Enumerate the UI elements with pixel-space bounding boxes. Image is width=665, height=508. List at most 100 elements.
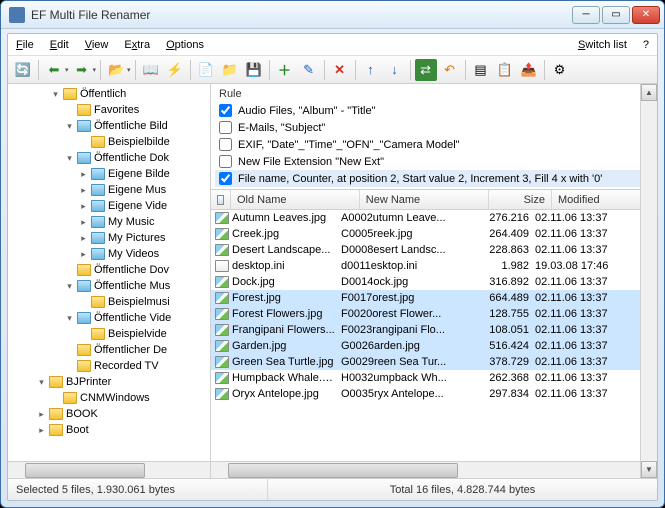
lightning-icon[interactable]: ⚡ — [164, 59, 186, 81]
tree-expander-icon[interactable]: ▾ — [64, 281, 75, 292]
rule-checkbox[interactable] — [219, 138, 232, 151]
tree-expander-icon[interactable]: ▸ — [78, 201, 89, 212]
tree-expander-icon[interactable]: ▸ — [78, 185, 89, 196]
menu-view[interactable]: View — [85, 39, 109, 51]
refresh-icon[interactable]: 🔄 — [12, 59, 34, 81]
tree-item[interactable]: ▸My Pictures — [8, 230, 210, 246]
menu-edit[interactable]: Edit — [50, 39, 69, 51]
tree-expander-icon[interactable]: ▾ — [64, 121, 75, 132]
tree-expander-icon[interactable]: ▾ — [36, 377, 47, 388]
new-file-icon[interactable]: 📄 — [195, 59, 217, 81]
tree-expander-icon[interactable] — [64, 345, 75, 356]
file-row[interactable]: Desert Landscape...D0008esert Landsc...2… — [211, 242, 657, 258]
book-icon[interactable]: 📖 — [140, 59, 162, 81]
tree-item[interactable]: Favorites — [8, 102, 210, 118]
tree-expander-icon[interactable]: ▸ — [78, 249, 89, 260]
tree-expander-icon[interactable]: ▾ — [64, 153, 75, 164]
tree-item[interactable]: ▾Öffentliche Mus — [8, 278, 210, 294]
tree-expander-icon[interactable]: ▾ — [64, 313, 75, 324]
tree-item[interactable]: Beispielmusi — [8, 294, 210, 310]
tree-expander-icon[interactable]: ▸ — [36, 409, 47, 420]
scroll-up-icon[interactable]: ▲ — [641, 84, 657, 101]
close-button[interactable]: ✕ — [632, 6, 660, 24]
tree-expander-icon[interactable] — [78, 329, 89, 340]
col-icon[interactable] — [211, 190, 231, 209]
tree-item[interactable]: Recorded TV — [8, 358, 210, 374]
tree-item[interactable]: ▸Eigene Mus — [8, 182, 210, 198]
rule-checkbox[interactable] — [219, 104, 232, 117]
tree-item[interactable]: Beispielbilde — [8, 134, 210, 150]
tree-expander-icon[interactable] — [64, 105, 75, 116]
file-row[interactable]: desktop.inid0011esktop.ini1.98219.03.08 … — [211, 258, 657, 274]
apply-icon[interactable]: 📋 — [494, 59, 516, 81]
rule-row[interactable]: EXIF, "Date"_"Time"_"OFN"_"Camera Model" — [215, 136, 653, 153]
back-icon[interactable]: ⬅ — [43, 59, 65, 81]
rule-row[interactable]: Audio Files, "Album" - "Title" — [215, 102, 653, 119]
folder-tree[interactable]: ▾ÖffentlichFavorites▾Öffentliche BildBei… — [8, 84, 210, 461]
folder-up-icon[interactable]: 📂 — [105, 59, 127, 81]
rule-checkbox[interactable] — [219, 121, 232, 134]
menu-help[interactable]: ? — [643, 39, 649, 51]
menu-switch-list[interactable]: Switch list — [578, 39, 627, 51]
settings-icon[interactable]: ⚙ — [549, 59, 571, 81]
tree-item[interactable]: ▸Eigene Vide — [8, 198, 210, 214]
tree-item[interactable]: ▸My Music — [8, 214, 210, 230]
rule-checkbox[interactable] — [219, 172, 232, 185]
list-h-scrollbar[interactable] — [211, 461, 657, 478]
file-row[interactable]: Creek.jpgC0005reek.jpg264.40902.11.06 13… — [211, 226, 657, 242]
col-new-name[interactable]: New Name — [360, 190, 489, 209]
col-old-name[interactable]: Old Name — [231, 190, 360, 209]
rule-row[interactable]: E-Mails, "Subject" — [215, 119, 653, 136]
delete-icon[interactable]: ✕ — [329, 59, 351, 81]
add-icon[interactable]: ＋ — [274, 59, 296, 81]
file-row[interactable]: Oryx Antelope.jpgO0035ryx Antelope...297… — [211, 386, 657, 402]
open-folder-icon[interactable]: 📁 — [219, 59, 241, 81]
tree-item[interactable]: Öffentliche Dov — [8, 262, 210, 278]
tree-item[interactable]: ▾BJPrinter — [8, 374, 210, 390]
tree-expander-icon[interactable] — [64, 265, 75, 276]
list-icon[interactable]: ▤ — [470, 59, 492, 81]
tree-item[interactable]: CNMWindows — [8, 390, 210, 406]
rule-row[interactable]: File name, Counter, at position 2, Start… — [215, 170, 653, 187]
tree-expander-icon[interactable]: ▾ — [50, 89, 61, 100]
tree-item[interactable]: ▾Öffentliche Vide — [8, 310, 210, 326]
menu-extra[interactable]: Extra — [124, 39, 150, 51]
tree-item[interactable]: ▾Öffentliche Dok — [8, 150, 210, 166]
forward-icon[interactable]: ➡ — [71, 59, 93, 81]
col-size[interactable]: Size — [489, 190, 552, 209]
tree-item[interactable]: ▸Eigene Bilde — [8, 166, 210, 182]
up-arrow-icon[interactable]: ↑ — [360, 59, 382, 81]
scroll-down-icon[interactable]: ▼ — [641, 461, 657, 478]
tree-expander-icon[interactable]: ▸ — [78, 233, 89, 244]
tree-expander-icon[interactable] — [78, 137, 89, 148]
tree-expander-icon[interactable]: ▸ — [78, 169, 89, 180]
rule-row[interactable]: New File Extension "New Ext" — [215, 153, 653, 170]
export-icon[interactable]: 📤 — [518, 59, 540, 81]
tree-h-scrollbar[interactable] — [8, 461, 210, 478]
down-arrow-icon[interactable]: ↓ — [384, 59, 406, 81]
menu-options[interactable]: Options — [166, 39, 204, 51]
file-row[interactable]: Dock.jpgD0014ock.jpg316.89202.11.06 13:3… — [211, 274, 657, 290]
titlebar[interactable]: EF Multi File Renamer ─ ▭ ✕ — [1, 1, 664, 29]
file-row[interactable]: Forest.jpgF0017orest.jpg664.48902.11.06 … — [211, 290, 657, 306]
tree-item[interactable]: ▾Öffentliche Bild — [8, 118, 210, 134]
tree-item[interactable]: ▾Öffentlich — [8, 86, 210, 102]
tree-item[interactable]: ▸BOOK — [8, 406, 210, 422]
file-row[interactable]: Autumn Leaves.jpgA0002utumn Leave...276.… — [211, 210, 657, 226]
tree-expander-icon[interactable]: ▸ — [36, 425, 47, 436]
tree-expander-icon[interactable] — [78, 297, 89, 308]
tree-item[interactable]: ▸Boot — [8, 422, 210, 438]
maximize-button[interactable]: ▭ — [602, 6, 630, 24]
file-row[interactable]: Green Sea Turtle.jpgG0029reen Sea Tur...… — [211, 354, 657, 370]
undo-icon[interactable]: ↶ — [439, 59, 461, 81]
minimize-button[interactable]: ─ — [572, 6, 600, 24]
file-row[interactable]: Frangipani Flowers...F0023rangipani Flo.… — [211, 322, 657, 338]
edit-icon[interactable]: ✎ — [298, 59, 320, 81]
file-list[interactable]: Autumn Leaves.jpgA0002utumn Leave...276.… — [211, 210, 657, 461]
tree-item[interactable]: ▸My Videos — [8, 246, 210, 262]
tree-expander-icon[interactable] — [50, 393, 61, 404]
swap-icon[interactable]: ⇄ — [415, 59, 437, 81]
tree-item[interactable]: Öffentlicher De — [8, 342, 210, 358]
right-v-scrollbar[interactable]: ▲ ▼ — [640, 84, 657, 478]
tree-expander-icon[interactable]: ▸ — [78, 217, 89, 228]
